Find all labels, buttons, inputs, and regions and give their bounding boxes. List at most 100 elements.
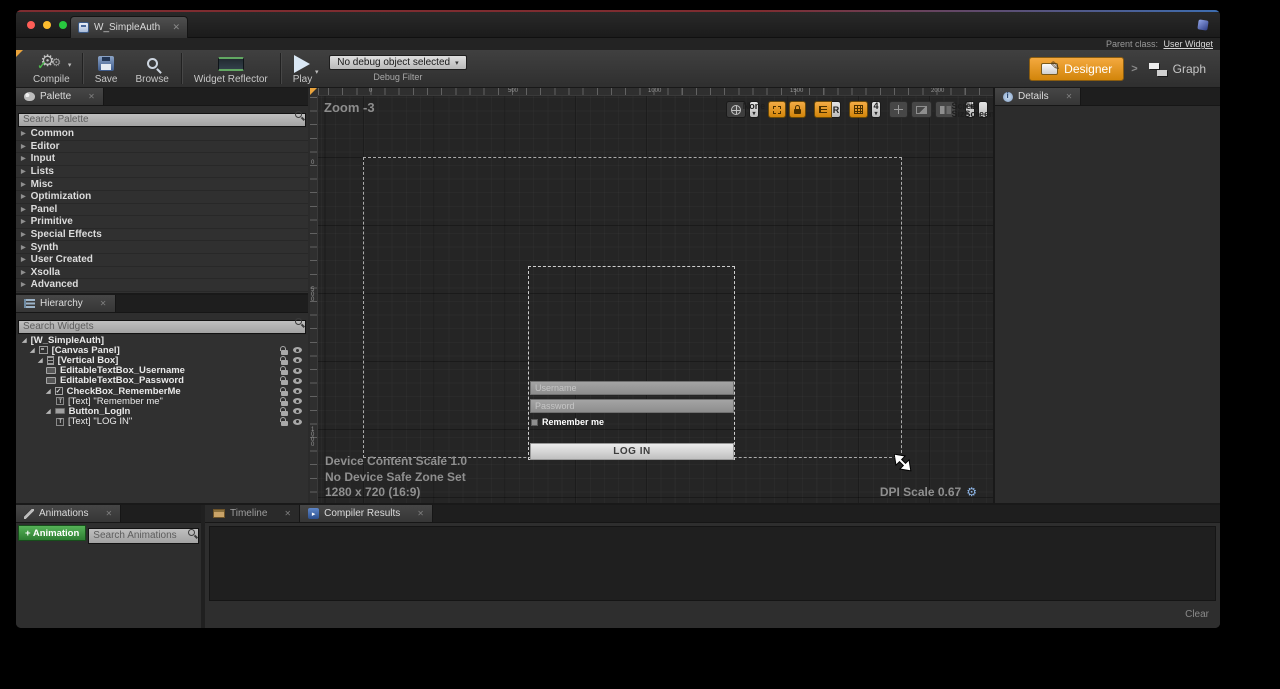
visibility-eye-icon[interactable] [293, 368, 302, 374]
palette-category-misc[interactable]: ▶Misc [16, 178, 308, 191]
timeline-tab-close-icon[interactable]: ✕ [284, 509, 291, 518]
tree-row-root[interactable]: ◢ [W_SimpleAuth] [16, 335, 308, 345]
tree-row-vertical-box[interactable]: ◢ [Vertical Box] [16, 355, 308, 365]
asset-tab[interactable]: W_SimpleAuth ✕ [70, 16, 188, 38]
maximize-window-button[interactable] [59, 21, 67, 29]
palette-tab-close-icon[interactable]: ✕ [88, 92, 95, 101]
preview-background-button[interactable] [911, 101, 932, 118]
snap-grid-toggle[interactable] [849, 101, 868, 118]
designer-mode-button[interactable]: Designer [1029, 57, 1124, 81]
password-textbox-preview[interactable]: Password [530, 399, 734, 413]
details-tab-close-icon[interactable]: ✕ [1066, 92, 1073, 101]
expander-icon[interactable]: ▶ [21, 181, 26, 188]
expander-icon[interactable]: ▶ [21, 269, 26, 276]
show-outlines-toggle[interactable] [768, 101, 786, 118]
tree-row-username-textbox[interactable]: EditableTextBox_Username [16, 366, 308, 376]
expander-icon[interactable]: ▶ [21, 218, 26, 225]
lock-icon[interactable] [281, 421, 288, 426]
visibility-eye-icon[interactable] [293, 419, 302, 425]
expander-icon[interactable]: ▶ [21, 143, 26, 150]
expander-icon[interactable]: ▶ [21, 168, 26, 175]
browse-button[interactable]: Browse [126, 50, 177, 87]
expander-icon[interactable]: ▶ [21, 231, 26, 238]
login-button-preview[interactable]: LOG IN [530, 443, 734, 460]
expander-icon[interactable]: ▶ [21, 155, 26, 162]
save-button[interactable]: Save [86, 50, 127, 87]
lock-icon[interactable] [281, 360, 288, 365]
fill-screen-dropdown[interactable]: Fill Screen ▾ [978, 101, 988, 118]
expander-icon[interactable]: ▶ [21, 256, 26, 263]
tab-compiler-results[interactable]: Compiler Results ✕ [300, 505, 433, 522]
visibility-eye-icon[interactable] [293, 408, 302, 414]
animations-search-input[interactable] [88, 528, 199, 544]
compile-button[interactable]: ▾ Compile [24, 50, 79, 87]
compiler-results-tab-close-icon[interactable]: ✕ [417, 509, 424, 518]
clear-log-button[interactable]: Clear [1185, 609, 1209, 620]
palette-category-advanced[interactable]: ▶Advanced [16, 279, 308, 292]
tree-row-canvas-panel[interactable]: ◢ [Canvas Panel] [16, 345, 308, 355]
anchor-tool-button[interactable] [889, 101, 908, 118]
username-textbox-preview[interactable]: Username [530, 381, 734, 395]
tree-row-checkbox-rememberme[interactable]: ◢ CheckBox_RememberMe [16, 386, 308, 396]
visibility-eye-icon[interactable] [293, 357, 302, 363]
tree-row-password-textbox[interactable]: EditableTextBox_Password [16, 376, 308, 386]
lock-icon[interactable] [281, 391, 288, 396]
lock-icon[interactable] [281, 411, 288, 416]
play-dropdown-caret[interactable]: ▾ [315, 68, 319, 76]
layout-bars-toggle[interactable] [814, 101, 832, 118]
checkbox-preview[interactable] [531, 419, 538, 426]
hierarchy-search-input[interactable] [18, 320, 306, 334]
palette-category-input[interactable]: ▶Input [16, 153, 308, 166]
tab-palette[interactable]: Palette ✕ [16, 88, 104, 105]
designer-viewport[interactable]: 0 500 1000 1500 2000 0 500 1000 Zoom -3 … [310, 88, 993, 503]
tab-timeline[interactable]: Timeline ✕ [205, 505, 300, 522]
expander-icon[interactable]: ◢ [22, 337, 27, 344]
palette-category-common[interactable]: ▶Common [16, 128, 308, 141]
lock-icon[interactable] [281, 350, 288, 355]
palette-category-optimization[interactable]: ▶Optimization [16, 191, 308, 204]
lock-icon[interactable] [281, 370, 288, 375]
palette-category-special-effects[interactable]: ▶Special Effects [16, 229, 308, 242]
grid-size-dropdown[interactable]: 4 ▾ [871, 101, 881, 118]
tab-details[interactable]: Details ✕ [995, 88, 1081, 105]
flag-filter-dropdown[interactable]: None ▾ [749, 101, 759, 118]
expander-icon[interactable]: ◢ [38, 357, 43, 364]
expander-icon[interactable]: ▶ [21, 281, 26, 288]
palette-category-panel[interactable]: ▶Panel [16, 204, 308, 217]
expander-icon[interactable]: ▶ [21, 244, 26, 251]
graph-mode-button[interactable]: Graph [1145, 58, 1210, 80]
close-window-button[interactable] [27, 21, 35, 29]
visibility-eye-icon[interactable] [293, 378, 302, 384]
compiler-log-output[interactable] [209, 526, 1216, 601]
expander-icon[interactable]: ◢ [46, 388, 51, 395]
palette-category-primitive[interactable]: ▶Primitive [16, 216, 308, 229]
palette-category-lists[interactable]: ▶Lists [16, 166, 308, 179]
palette-category-editor[interactable]: ▶Editor [16, 141, 308, 154]
tree-row-button-login[interactable]: ◢ Button_LogIn [16, 406, 308, 416]
palette-category-xsolla[interactable]: ▶Xsolla [16, 267, 308, 280]
minimize-window-button[interactable] [43, 21, 51, 29]
expander-icon[interactable]: ▶ [21, 193, 26, 200]
expander-icon[interactable]: ▶ [21, 130, 26, 137]
parent-class-link[interactable]: User Widget [1163, 39, 1213, 49]
compile-dropdown-caret[interactable]: ▾ [68, 61, 72, 69]
visibility-eye-icon[interactable] [293, 388, 302, 394]
lock-icon[interactable] [281, 401, 288, 406]
widget-reflector-button[interactable]: Widget Reflector [185, 50, 277, 87]
expander-icon[interactable]: ◢ [30, 347, 35, 354]
remember-me-preview[interactable]: Remember me [531, 417, 604, 427]
palette-search-input[interactable] [18, 113, 306, 127]
lock-icon[interactable] [281, 380, 288, 385]
tab-hierarchy[interactable]: Hierarchy ✕ [16, 295, 116, 312]
asset-tab-close-icon[interactable]: ✕ [172, 22, 180, 33]
expander-icon[interactable]: ▶ [21, 206, 26, 213]
visibility-eye-icon[interactable] [293, 347, 302, 353]
lock-widgets-toggle[interactable] [789, 101, 806, 118]
tab-animations[interactable]: Animations ✕ [16, 505, 121, 522]
palette-category-synth[interactable]: ▶Synth [16, 241, 308, 254]
tree-row-remember-text[interactable]: [Text] "Remember me" [16, 396, 308, 406]
dpi-settings-gear-icon[interactable]: ⚙ [966, 485, 977, 499]
palette-category-user-created[interactable]: ▶User Created [16, 254, 308, 267]
debug-object-dropdown[interactable]: No debug object selected ▾ [329, 55, 466, 70]
animations-tab-close-icon[interactable]: ✕ [105, 509, 112, 518]
